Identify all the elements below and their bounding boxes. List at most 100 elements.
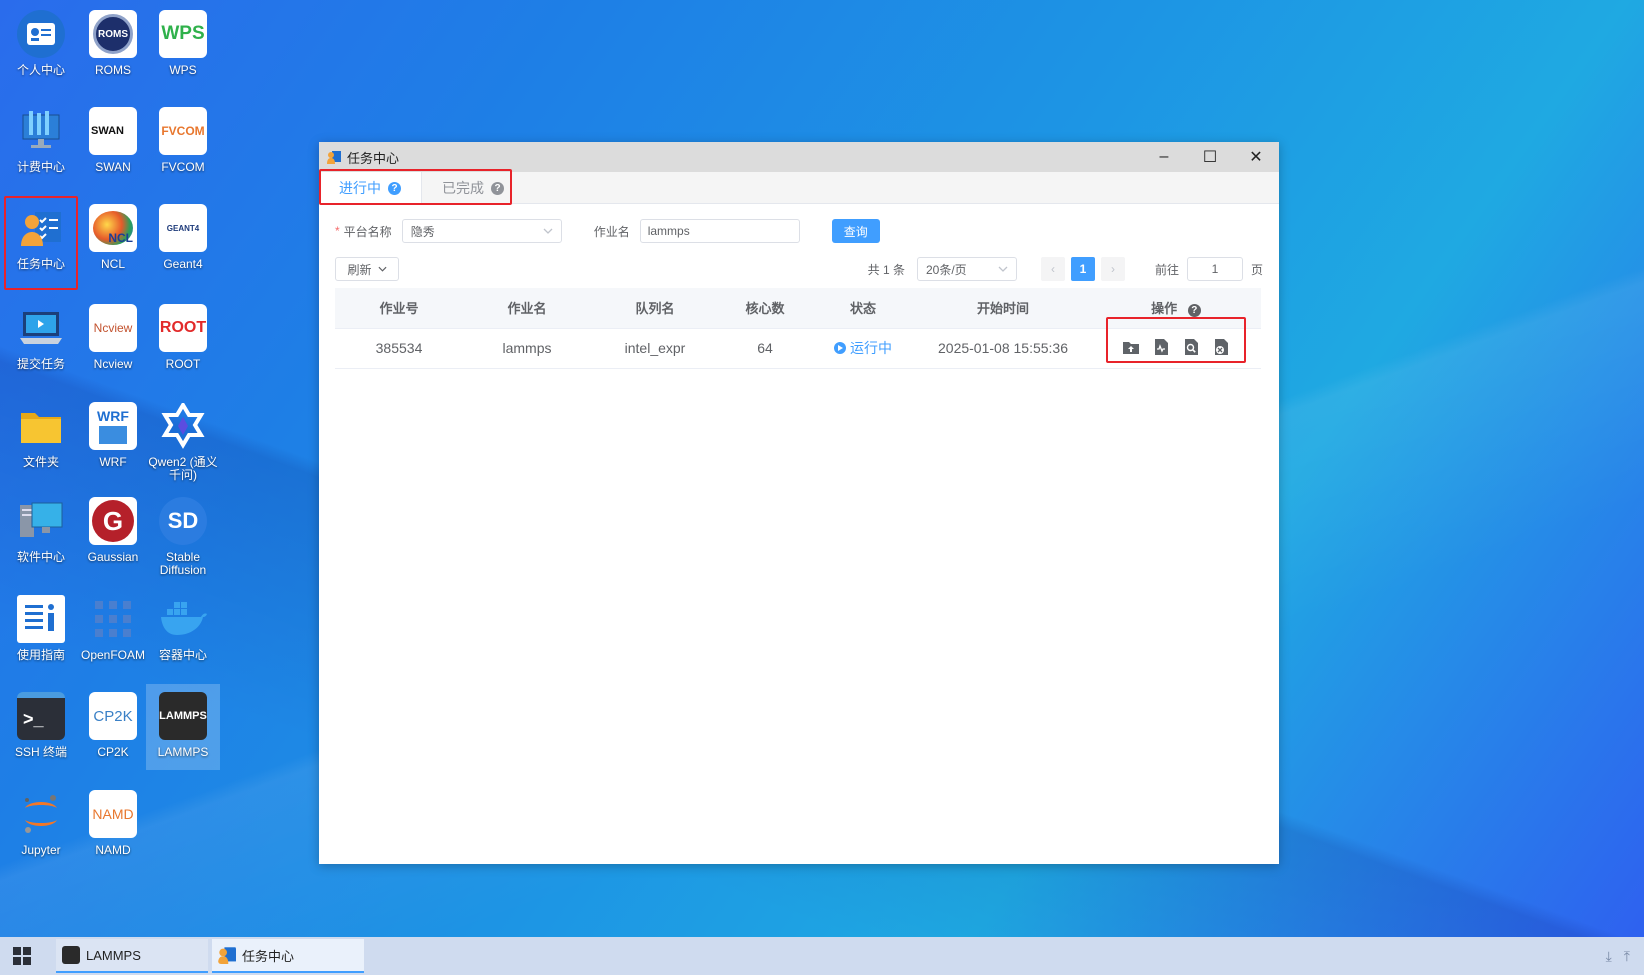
personal-center-icon <box>17 10 65 58</box>
swan-icon: SWAN <box>89 107 137 155</box>
download-icon[interactable]: ⤓ <box>1606 948 1612 965</box>
desktop-icon-lammps[interactable]: LAMMPS LAMMPS <box>146 684 220 770</box>
refresh-label: 刷新 <box>347 262 372 277</box>
desktop-icon-label: 软件中心 <box>16 550 65 564</box>
refresh-dropdown[interactable]: 刷新 <box>335 257 399 281</box>
chevron-down-icon <box>998 266 1008 272</box>
file-cancel-icon[interactable] <box>1212 338 1230 356</box>
desktop-icon-label: Ncview <box>93 357 133 371</box>
desktop-icon-wps[interactable]: WPS WPS <box>146 2 220 86</box>
desktop-icon-ncl[interactable]: NCL NCL <box>76 196 150 280</box>
next-page-button[interactable]: › <box>1100 257 1125 281</box>
taskbar-item-lammps[interactable]: LAMMPS <box>56 939 208 973</box>
desktop-icon-geant4[interactable]: GEANT4 Geant4 <box>146 196 220 280</box>
wrf-glyph: WRF <box>97 408 129 424</box>
page-suffix: 页 <box>1250 262 1263 277</box>
desktop-icon-namd[interactable]: NAMD NAMD <box>76 782 150 866</box>
chevron-down-icon <box>543 228 553 234</box>
total-count: 共 1 条 <box>867 262 905 277</box>
roms-icon: ROMS <box>89 10 137 58</box>
desktop-icon-gaussian[interactable]: G Gaussian <box>76 489 150 573</box>
maximize-button[interactable]: ☐ <box>1187 142 1233 172</box>
roms-glyph: ROMS <box>93 14 133 54</box>
desktop-icon-label: SSH 终端 <box>14 745 67 759</box>
play-circle-icon <box>834 342 846 354</box>
prev-page-button[interactable]: ‹ <box>1040 257 1065 281</box>
chevron-down-icon <box>377 266 387 272</box>
desktop-icon-label: LAMMPS <box>157 745 209 759</box>
tab-completed[interactable]: 已完成 ? <box>422 172 524 204</box>
desktop-icon-folder[interactable]: 文件夹 <box>4 394 78 478</box>
desktop-icon-qwen2[interactable]: Qwen2 (通义千问) <box>146 394 220 490</box>
desktop-icon-openfoam[interactable]: OpenFOAM <box>76 587 150 671</box>
desktop-icon-ssh-terminal[interactable]: >_ SSH 终端 <box>4 684 78 768</box>
desktop-icon-task-center[interactable]: 任务中心 <box>4 196 78 290</box>
ncl-icon: NCL <box>89 204 137 252</box>
task-center-small-icon <box>327 151 341 164</box>
desktop-icon-billing-center[interactable]: 计费中心 <box>4 99 78 183</box>
desktop-icon-label: Jupyter <box>21 843 61 857</box>
upload-folder-icon[interactable] <box>1122 338 1140 356</box>
desktop-icon-stable-diffusion[interactable]: SD Stable Diffusion <box>146 489 220 585</box>
status-running: 运行中 <box>834 338 892 358</box>
job-name-label: 作业名 <box>593 224 630 239</box>
window-titlebar[interactable]: 任务中心 – ☐ ✕ <box>319 142 1279 172</box>
platform-select[interactable]: 隐秀 <box>401 219 562 243</box>
cell-cores: 64 <box>719 328 811 369</box>
platform-label: 平台名称 <box>343 224 392 239</box>
cp2k-icon: CP2K <box>89 692 137 740</box>
upload-icon[interactable]: ⤒ <box>1624 948 1630 965</box>
col-header-cores: 核心数 <box>719 288 811 329</box>
desktop-icon-fvcom[interactable]: FVCOM FVCOM <box>146 99 220 183</box>
cell-actions <box>1091 316 1261 369</box>
desktop-icon-container-center[interactable]: 容器中心 <box>146 587 220 671</box>
desktop-icon-submit-task[interactable]: 提交任务 <box>4 296 78 380</box>
desktop-icon-swan[interactable]: SWAN SWAN <box>76 99 150 183</box>
task-center-icon <box>17 204 65 252</box>
help-icon[interactable]: ? <box>491 181 504 195</box>
goto-label: 前往 <box>1154 262 1179 277</box>
desktop-icon-jupyter[interactable]: Jupyter <box>4 782 78 866</box>
desktop-icon-root[interactable]: ROOT ROOT <box>146 296 220 380</box>
desktop-icon-label: OpenFOAM <box>80 648 146 662</box>
required-mark: * <box>335 224 340 238</box>
desktop-icon-label: ROOT <box>165 357 201 371</box>
desktop-icon-label: 使用指南 <box>16 648 65 662</box>
close-button[interactable]: ✕ <box>1233 142 1279 172</box>
taskbar-item-label: 任务中心 <box>242 948 295 964</box>
file-monitor-icon[interactable] <box>1152 338 1170 356</box>
tab-in-progress[interactable]: 进行中 ? <box>319 172 422 204</box>
gaussian-glyph: G <box>92 500 134 542</box>
help-icon[interactable]: ? <box>388 181 401 195</box>
query-button[interactable]: 查询 <box>831 219 880 243</box>
desktop-icon-ncview[interactable]: Ncview Ncview <box>76 296 150 380</box>
desktop-icon-wrf[interactable]: WRF WRF <box>76 394 150 478</box>
goto-page-input[interactable] <box>1186 257 1243 281</box>
terminal-icon: >_ <box>17 692 65 740</box>
col-header-actions: 操作 ? <box>1091 288 1261 329</box>
desktop-icon-software-center[interactable]: 软件中心 <box>4 489 78 573</box>
action-icons <box>1106 316 1246 363</box>
filter-form: * 平台名称 隐秀 作业名 查询 <box>335 218 1263 244</box>
desktop-icon-personal-center[interactable]: 个人中心 <box>4 2 78 86</box>
file-search-icon[interactable] <box>1182 338 1200 356</box>
help-icon[interactable]: ? <box>1187 304 1201 318</box>
taskbar: LAMMPS 任务中心 ⤓ ⤒ <box>0 937 1644 975</box>
desktop-icon-roms[interactable]: ROMS ROMS <box>76 2 150 86</box>
platform-value: 隐秀 <box>410 224 435 239</box>
page-size-select[interactable]: 20条/页 <box>916 257 1017 281</box>
desktop-icon-label: NAMD <box>95 843 131 857</box>
gaussian-icon: G <box>89 497 137 545</box>
start-menu-button[interactable] <box>0 937 44 975</box>
docker-whale-icon <box>159 595 207 643</box>
table-header-row: 作业号 作业名 队列名 核心数 状态 开始时间 操作 ? <box>335 288 1261 329</box>
desktop-icon-user-guide[interactable]: 使用指南 <box>4 587 78 671</box>
tab-label: 进行中 <box>339 180 381 196</box>
minimize-button[interactable]: – <box>1141 142 1187 172</box>
page-number-current[interactable]: 1 <box>1070 257 1095 281</box>
job-name-input[interactable] <box>639 219 800 243</box>
desktop-icon-cp2k[interactable]: CP2K CP2K <box>76 684 150 768</box>
desktop-icon-label: 文件夹 <box>22 455 59 469</box>
taskbar-item-task-center[interactable]: 任务中心 <box>212 939 364 973</box>
pagination: 共 1 条 20条/页 ‹ 1 › 前往 页 <box>868 257 1263 281</box>
